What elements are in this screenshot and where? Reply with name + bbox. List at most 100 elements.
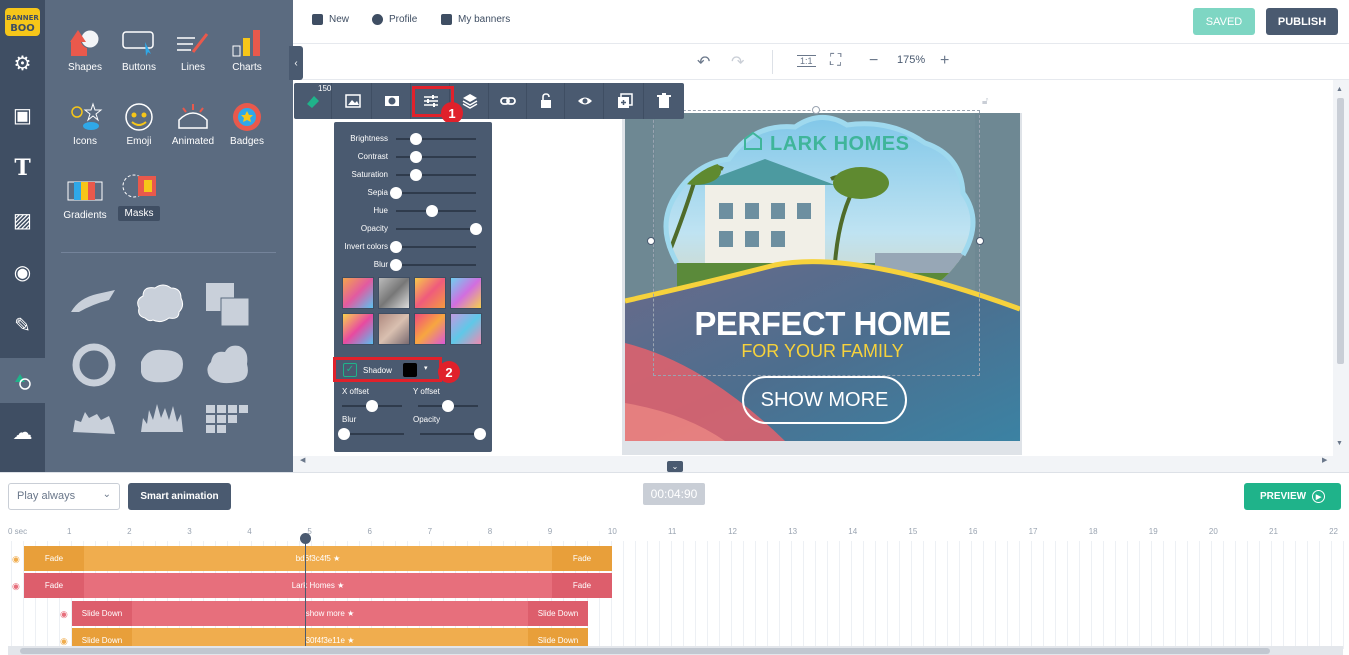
filter-preset[interactable] xyxy=(342,313,374,345)
visibility-button[interactable] xyxy=(566,83,604,119)
rail-elements[interactable] xyxy=(0,358,45,403)
category-emoji[interactable]: Emoji xyxy=(111,102,167,147)
scroll-thumb[interactable] xyxy=(1337,98,1344,364)
slider-knob[interactable] xyxy=(410,151,422,163)
scroll-thumb[interactable] xyxy=(20,648,1270,654)
resize-handle-right[interactable] xyxy=(976,237,984,245)
filter-preset[interactable] xyxy=(414,277,446,309)
preview-button[interactable]: PREVIEW ▶ xyxy=(1244,483,1341,510)
slider-knob[interactable] xyxy=(390,259,402,271)
slider-knob[interactable] xyxy=(410,169,422,181)
invert-colors-slider[interactable]: Invert colors xyxy=(334,238,492,256)
track-bar[interactable]: Slide Down show more ★ Slide Down xyxy=(72,601,588,626)
x-offset-knob[interactable] xyxy=(366,400,378,412)
slider-knob[interactable] xyxy=(410,133,422,145)
mask-brush-stroke[interactable] xyxy=(69,288,119,316)
slider-knob[interactable] xyxy=(426,205,438,217)
mask-grid[interactable] xyxy=(205,404,251,434)
my-banners-button[interactable]: My banners xyxy=(441,14,510,25)
filter-preset[interactable] xyxy=(450,313,482,345)
shadow-opacity-knob[interactable] xyxy=(474,428,486,440)
eye-icon[interactable]: ◉ xyxy=(12,554,20,565)
category-icons[interactable]: Icons xyxy=(57,102,113,147)
filter-preset[interactable] xyxy=(342,277,374,309)
filter-preset[interactable] xyxy=(450,277,482,309)
fit-screen-icon[interactable]: ⛶ xyxy=(830,52,841,70)
slider-knob[interactable] xyxy=(390,241,402,253)
redo-icon[interactable]: ↷ xyxy=(731,52,744,72)
eye-icon[interactable]: ◉ xyxy=(60,609,68,620)
delete-button[interactable] xyxy=(645,83,683,119)
track-out-animation[interactable]: Fade xyxy=(552,573,612,598)
new-button[interactable]: New xyxy=(312,14,349,25)
contrast-slider[interactable]: Contrast xyxy=(334,148,492,166)
sepia-slider[interactable]: Sepia xyxy=(334,184,492,202)
unlock-button[interactable] xyxy=(527,83,565,119)
mask-blob[interactable] xyxy=(137,346,187,384)
playhead[interactable] xyxy=(300,533,311,655)
category-shapes[interactable]: Shapes xyxy=(57,28,113,73)
filter-preset[interactable] xyxy=(378,313,410,345)
category-buttons[interactable]: Buttons xyxy=(111,28,167,73)
duplicate-button[interactable] xyxy=(606,83,644,119)
category-badges[interactable]: Badges xyxy=(219,102,275,147)
timeline-scrollbar[interactable] xyxy=(8,646,1343,655)
saturation-slider[interactable]: Saturation xyxy=(334,166,492,184)
mask-button[interactable] xyxy=(373,83,411,119)
replace-image-button[interactable] xyxy=(334,83,372,119)
track-in-animation[interactable]: Fade xyxy=(24,546,84,571)
zoom-in-icon[interactable]: + xyxy=(940,52,949,70)
rail-video[interactable]: ◉ xyxy=(0,250,45,294)
rail-upload[interactable]: ☁ xyxy=(0,410,45,454)
mask-grass[interactable] xyxy=(137,400,187,434)
shadow-blur-track[interactable] xyxy=(344,433,404,435)
play-mode-select[interactable]: Play always ⌄ xyxy=(8,483,120,510)
category-gradients[interactable]: Gradients xyxy=(57,176,113,221)
track-bar[interactable]: Fade bd6f3c4f5 ★ Fade xyxy=(24,546,612,571)
actual-size-icon[interactable]: 1:1 xyxy=(797,55,816,67)
rail-text[interactable]: T xyxy=(0,146,45,190)
filter-preset[interactable] xyxy=(414,313,446,345)
zoom-out-icon[interactable]: − xyxy=(869,52,878,70)
category-masks[interactable]: Masks xyxy=(111,172,167,221)
y-offset-knob[interactable] xyxy=(442,400,454,412)
shadow-blur-knob[interactable] xyxy=(338,428,350,440)
mask-ring[interactable] xyxy=(71,342,117,388)
track-out-animation[interactable]: Fade xyxy=(552,546,612,571)
toggle-timeline-button[interactable]: ⌄ xyxy=(667,461,683,472)
track-in-animation[interactable]: Slide Down xyxy=(72,601,132,626)
resize-handle-left[interactable] xyxy=(647,237,655,245)
canvas-vertical-scrollbar[interactable]: ▲ ▼ xyxy=(1334,86,1346,452)
filter-preset[interactable] xyxy=(378,277,410,309)
bannerboo-logo[interactable]: BANNER BOO xyxy=(4,6,41,38)
playhead-handle[interactable] xyxy=(300,533,311,544)
category-animated[interactable]: Animated xyxy=(165,102,221,147)
mask-organic[interactable] xyxy=(205,342,251,386)
track-out-animation[interactable]: Slide Down xyxy=(528,601,588,626)
link-button[interactable] xyxy=(489,83,527,119)
profile-button[interactable]: Profile xyxy=(372,14,417,25)
hue-slider[interactable]: Hue xyxy=(334,202,492,220)
rail-images[interactable]: ▨ xyxy=(0,198,45,242)
lock-icon[interactable]: 🔓︎ xyxy=(982,96,988,107)
category-charts[interactable]: Charts xyxy=(219,28,275,73)
eye-icon[interactable]: ◉ xyxy=(12,581,20,592)
rail-brush[interactable]: ✎ xyxy=(0,303,45,347)
smart-animation-button[interactable]: Smart animation xyxy=(128,483,231,510)
rail-layouts[interactable]: ▣ xyxy=(0,93,45,137)
slider-knob[interactable] xyxy=(390,187,402,199)
canvas-horizontal-scrollbar[interactable]: ◀ ▶ xyxy=(300,456,1334,468)
slider-knob[interactable] xyxy=(470,223,482,235)
shadow-opacity-track[interactable] xyxy=(420,433,480,435)
undo-icon[interactable]: ↶ xyxy=(697,52,710,72)
blur-slider[interactable]: Blur xyxy=(334,256,492,274)
collapse-panel-button[interactable]: ‹ xyxy=(289,46,303,80)
mask-squares[interactable] xyxy=(205,282,251,328)
banner-cta-button[interactable]: SHOW MORE xyxy=(742,376,907,424)
mask-cloud[interactable] xyxy=(135,282,185,324)
track-in-animation[interactable]: Fade xyxy=(24,573,84,598)
category-lines[interactable]: Lines xyxy=(165,28,221,73)
mask-grunge[interactable] xyxy=(71,406,117,436)
opacity-slider[interactable]: Opacity xyxy=(334,220,492,238)
publish-button[interactable]: PUBLISH xyxy=(1266,8,1338,35)
